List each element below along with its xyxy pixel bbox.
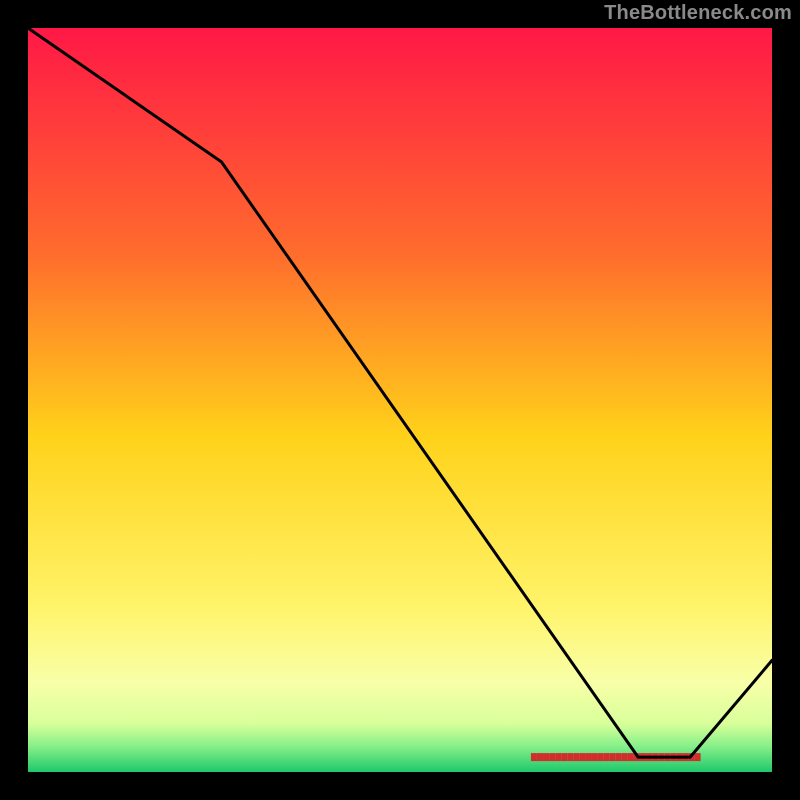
chart-frame: TheBottleneck.com — [0, 0, 800, 800]
plot-area — [28, 28, 772, 772]
bottleneck-chart-svg — [28, 28, 772, 772]
attribution-label: TheBottleneck.com — [604, 2, 792, 25]
chart-gradient-bg — [28, 28, 772, 772]
